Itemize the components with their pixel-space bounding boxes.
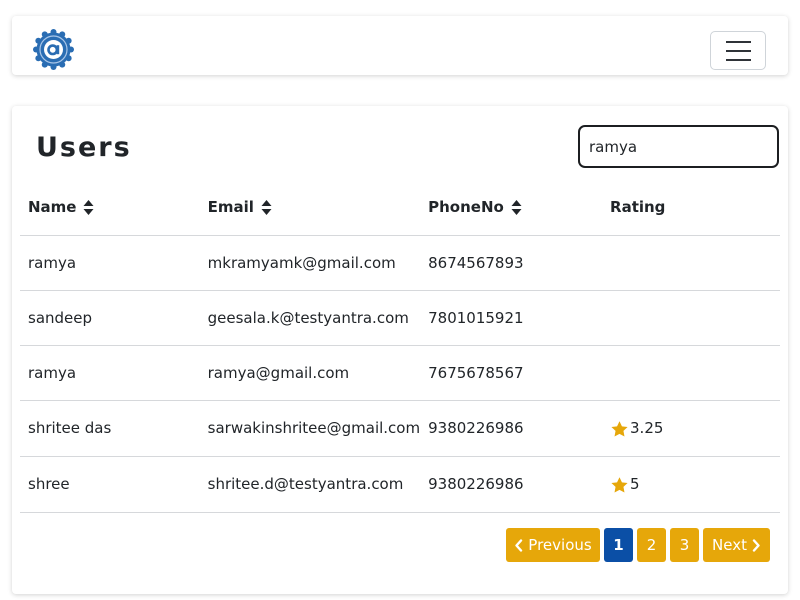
column-header-rating: Rating [602,180,780,236]
top-navbar [12,16,788,75]
next-label: Next [712,536,747,554]
column-header-label: Email [207,198,254,217]
rating-value: 3.25 [630,419,664,437]
users-table: Name Email PhoneNo Rating ramya mkramyam… [20,180,780,513]
table-header-row: Name Email PhoneNo Rating [20,180,780,236]
cell-email: geesala.k@testyantra.com [199,290,421,346]
cell-rating [602,345,780,401]
cell-name: shree [20,456,200,513]
table-row: shritee das sarwakinshritee@gmail.com 93… [20,400,780,457]
column-header-label: PhoneNo [428,198,504,217]
table-row: ramya mkramyamk@gmail.com 8674567893 [20,235,780,291]
sort-icon[interactable] [83,199,94,216]
cell-phone: 9380226986 [420,400,603,457]
table-row: ramya ramya@gmail.com 7675678567 [20,345,780,401]
cell-name: ramya [20,345,200,401]
sort-icon[interactable] [511,199,522,216]
cell-rating: 5 [602,456,780,513]
users-card: Users Name Email PhoneNo Rating ramya [12,106,788,594]
star-icon [611,476,628,493]
sort-icon[interactable] [261,199,272,216]
hamburger-menu-icon [725,40,751,43]
cell-rating: 3.25 [602,400,780,457]
cell-name: ramya [20,235,200,291]
previous-page-button[interactable]: Previous [506,528,600,562]
hamburger-menu-icon-bar [725,58,751,61]
star-icon [611,420,628,437]
cell-email: mkramyamk@gmail.com [199,235,421,291]
cell-phone: 9380226986 [420,456,603,513]
cell-rating [602,290,780,346]
column-header-phone[interactable]: PhoneNo [420,180,603,236]
cell-rating [602,235,780,291]
cell-email: shritee.d@testyantra.com [199,456,421,513]
rating-value: 5 [630,475,640,493]
column-header-label: Rating [610,198,666,217]
chevron-left-icon [515,538,523,552]
chevron-right-icon [752,538,760,552]
search-input[interactable] [578,125,779,168]
page-button-3[interactable]: 3 [670,528,699,562]
page-title: Users [36,132,132,163]
table-row: sandeep geesala.k@testyantra.com 7801015… [20,290,780,346]
cell-phone: 8674567893 [420,235,603,291]
column-header-email[interactable]: Email [199,180,421,236]
cell-email: sarwakinshritee@gmail.com [199,400,421,457]
column-header-label: Name [28,198,77,217]
app-logo[interactable] [33,29,74,70]
next-page-button[interactable]: Next [703,528,770,562]
hamburger-menu-icon-bar [725,49,751,52]
table-row: shree shritee.d@testyantra.com 938022698… [20,456,780,513]
menu-toggle-button[interactable] [710,31,766,70]
cell-phone: 7801015921 [420,290,603,346]
page-button-1[interactable]: 1 [604,528,633,562]
column-header-name[interactable]: Name [20,180,200,236]
cell-name: shritee das [20,400,200,457]
cell-email: ramya@gmail.com [199,345,421,401]
cell-phone: 7675678567 [420,345,603,401]
cell-name: sandeep [20,290,200,346]
previous-label: Previous [528,536,592,554]
pagination: Previous 1 2 3 Next [506,528,770,562]
page-button-2[interactable]: 2 [637,528,666,562]
